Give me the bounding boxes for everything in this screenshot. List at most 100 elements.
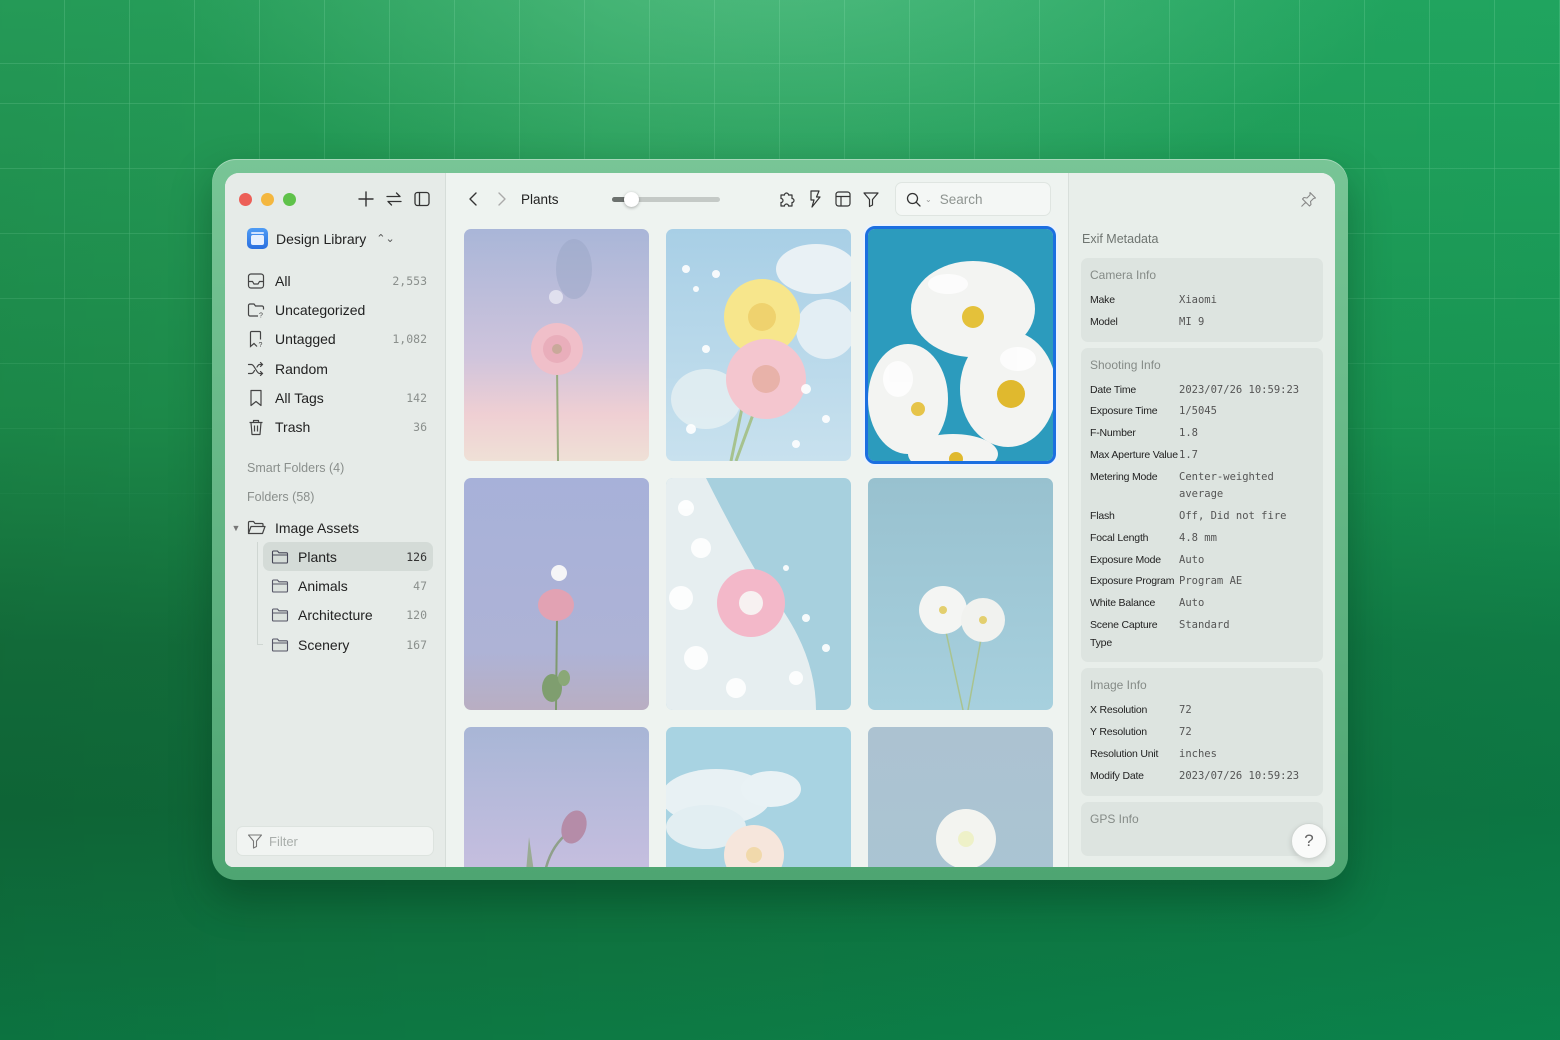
gerbera-pastel-image	[464, 229, 649, 461]
filter-funnel-icon	[247, 834, 263, 849]
folder-children: Plants 126 Animals 47 Architecture 120 S…	[257, 542, 433, 659]
exif-row: Date Time 2023/07/26 10:59:23	[1090, 382, 1314, 400]
folder-count: 120	[406, 608, 427, 623]
exif-value[interactable]: MI 9	[1179, 314, 1314, 332]
exif-value[interactable]: Program AE	[1179, 573, 1314, 591]
white-gerbera-image	[868, 727, 1053, 867]
exif-value[interactable]: 72	[1179, 702, 1314, 720]
exif-value[interactable]: Auto	[1179, 595, 1314, 613]
slider-thumb[interactable]	[624, 192, 640, 207]
exif-row: X Resolution 72	[1090, 702, 1314, 720]
search-icon	[906, 192, 921, 207]
exif-value[interactable]: 72	[1179, 724, 1314, 742]
thumbnail[interactable]	[666, 478, 851, 710]
zoom-window-button[interactable]	[283, 193, 296, 206]
thumbnail[interactable]	[464, 727, 649, 867]
chevron-up-down-icon: ⌃⌄	[376, 233, 395, 245]
disclosure-triangle-icon[interactable]: ▼	[231, 523, 241, 533]
sidebar-item-trash[interactable]: Trash 36	[239, 412, 433, 441]
thumbnail[interactable]	[868, 727, 1053, 867]
folder-plants[interactable]: Plants 126	[263, 542, 433, 572]
thumbnail[interactable]	[666, 727, 851, 867]
exif-row: Exposure Time 1/5045	[1090, 403, 1314, 421]
sidebar: Design Library ⌃⌄ All 2,553 ? Uncategori…	[225, 173, 446, 867]
exif-value[interactable]: 2023/07/26 10:59:23	[1179, 768, 1314, 786]
minimize-window-button[interactable]	[261, 193, 274, 206]
inspector-title: Exif Metadata	[1082, 232, 1159, 246]
sidebar-toolbar	[357, 190, 431, 208]
exif-value[interactable]: Standard	[1179, 617, 1314, 652]
shuffle-icon	[247, 361, 264, 376]
window-controls	[239, 193, 296, 206]
sidebar-item-uncategorized[interactable]: ? Uncategorized	[239, 295, 433, 324]
lightning-bolt-icon[interactable]	[806, 189, 824, 209]
thumbnail-selected[interactable]	[865, 226, 1056, 464]
thumbnail-size-slider[interactable]	[612, 192, 720, 207]
exif-value[interactable]: Auto	[1179, 552, 1314, 570]
thumbnail[interactable]	[464, 478, 649, 710]
filter-input[interactable]	[269, 833, 419, 849]
layout-icon[interactable]	[834, 189, 852, 209]
exif-value[interactable]: inches	[1179, 746, 1314, 764]
exif-value[interactable]: 4.8 mm	[1179, 530, 1314, 548]
folders-header[interactable]: Folders (58)	[247, 490, 314, 504]
folder-icon	[271, 550, 289, 564]
exif-value[interactable]: 1.8	[1179, 425, 1314, 443]
folder-count: 126	[406, 549, 427, 564]
exif-value[interactable]: Center-weighted average	[1179, 469, 1314, 504]
exif-value[interactable]: 1.7	[1179, 447, 1314, 465]
folder-label: Animals	[298, 577, 348, 594]
folder-label: Architecture	[298, 607, 373, 624]
gerbera-clouds-image	[666, 727, 851, 867]
exif-row: Model MI 9	[1090, 314, 1314, 332]
exif-section-card: Camera Info Make Xiaomi Model MI 9	[1081, 258, 1323, 342]
sidebar-item-random[interactable]: Random	[239, 354, 433, 383]
search-options-chevron-icon[interactable]: ⌄	[925, 195, 932, 204]
plus-icon[interactable]	[357, 190, 375, 208]
library-switcher[interactable]: Design Library ⌃⌄	[247, 228, 395, 249]
exif-row: Exposure Mode Auto	[1090, 552, 1314, 570]
search-input[interactable]	[939, 191, 1035, 207]
exif-row: Flash Off, Did not fire	[1090, 508, 1314, 526]
filter-field[interactable]	[236, 826, 434, 856]
sidebar-item-count: 142	[406, 390, 427, 405]
puzzle-piece-icon[interactable]	[778, 189, 796, 209]
thumbnail-grid	[464, 226, 1056, 867]
forward-chevron-icon[interactable]	[493, 190, 509, 208]
exif-value[interactable]: Off, Did not fire	[1179, 508, 1314, 526]
exif-value[interactable]: 2023/07/26 10:59:23	[1179, 382, 1314, 400]
exif-section-title: Image Info	[1090, 678, 1147, 693]
thumbnail[interactable]	[666, 229, 851, 461]
folder-icon	[271, 637, 289, 652]
sidebar-item-all-tags[interactable]: All Tags 142	[239, 383, 433, 412]
folder-architecture[interactable]: Architecture 120	[263, 601, 433, 630]
svg-text:?: ?	[259, 342, 263, 348]
folder-scenery[interactable]: Scenery 167	[263, 630, 433, 659]
app-window: Design Library ⌃⌄ All 2,553 ? Uncategori…	[225, 173, 1335, 867]
exif-row: Scene Capture Type Standard	[1090, 617, 1314, 652]
sidebar-item-untagged[interactable]: ? Untagged 1,082	[239, 325, 433, 354]
help-button[interactable]: ?	[1291, 823, 1327, 859]
exif-value[interactable]: 1/5045	[1179, 403, 1314, 421]
folder-animals[interactable]: Animals 47	[263, 571, 433, 600]
current-folder-title: Plants	[521, 192, 559, 207]
sidebar-toggle-icon[interactable]	[413, 190, 431, 208]
close-window-button[interactable]	[239, 193, 252, 206]
thumbnail[interactable]	[464, 229, 649, 461]
folder-question-icon: ?	[247, 303, 265, 319]
exif-value[interactable]: Xiaomi	[1179, 292, 1314, 310]
thumbnail[interactable]	[868, 478, 1053, 710]
pin-icon[interactable]	[1300, 191, 1317, 208]
folder-image-assets[interactable]: ▼ Image Assets	[231, 513, 433, 542]
sidebar-item-all[interactable]: All 2,553	[239, 266, 433, 295]
sidebar-item-count: 2,553	[392, 273, 427, 288]
back-chevron-icon[interactable]	[466, 190, 482, 208]
exif-section-card: Image Info X Resolution 72 Y Resolution 72 Re…	[1081, 668, 1323, 796]
swap-arrows-icon[interactable]	[385, 190, 403, 208]
exif-key: Exposure Program	[1090, 575, 1175, 588]
exif-key: Metering Mode	[1090, 470, 1158, 483]
search-field[interactable]: ⌄	[895, 182, 1051, 216]
exif-section-title: Camera Info	[1090, 268, 1157, 282]
filter-funnel-icon[interactable]	[862, 189, 880, 209]
smart-folders-header[interactable]: Smart Folders (4)	[247, 461, 344, 475]
